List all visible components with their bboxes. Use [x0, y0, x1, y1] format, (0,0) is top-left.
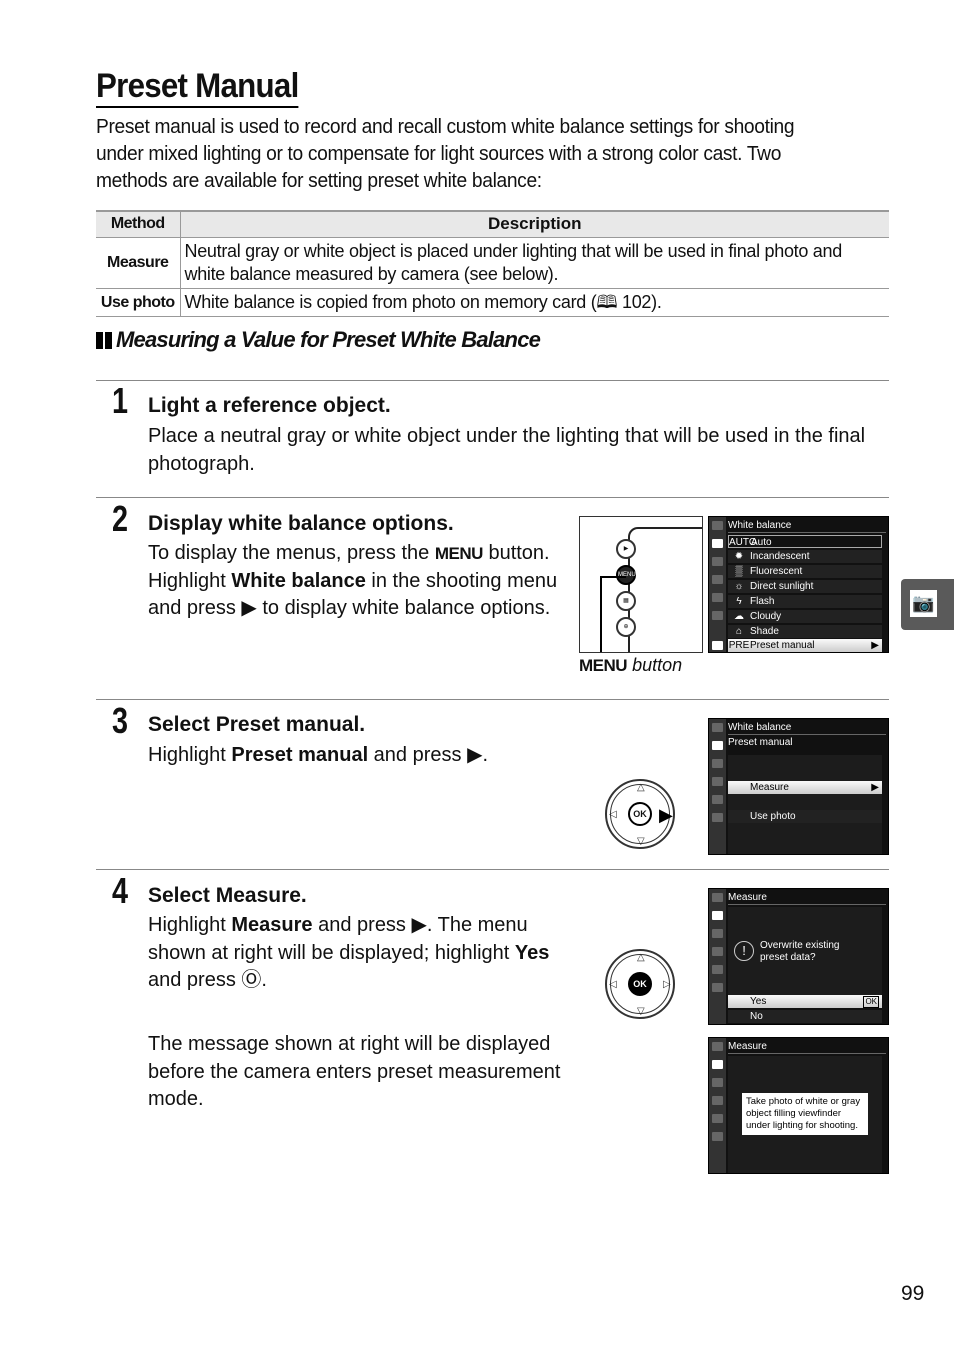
lcd-header: Measure — [728, 891, 886, 905]
lcd-header: White balance — [728, 519, 886, 533]
lcd-option: Use photo — [728, 810, 882, 823]
header-method: Method — [96, 210, 181, 238]
method-cell: Use photo — [96, 288, 181, 317]
shooting-menu-tab[interactable]: 📷 — [901, 579, 954, 630]
lcd-menu-item: ϟ Flash — [728, 595, 882, 608]
multi-selector-right-icon: △ ▽ ◁ ▶ OK — [605, 779, 675, 849]
lcd-overwrite-dialog: Measure ! Overwrite existing preset data… — [708, 888, 889, 1025]
thumbnail-button-icon: ▦ — [616, 591, 636, 611]
lcd-measure-message: Measure Take photo of white or gray obje… — [708, 1037, 889, 1174]
intro-line: methods are available for setting preset… — [96, 170, 542, 192]
lcd-white-balance-menu: White balance AUTOAuto ✹ Incandescent ▒ Fl… — [708, 516, 889, 653]
divider — [96, 380, 889, 381]
camera-caption: MENU button — [579, 655, 682, 676]
menu-tabs — [709, 517, 726, 652]
step-body: To display the menus, press the MENU but… — [148, 540, 568, 623]
step-number: 4 — [112, 870, 128, 911]
table-row: Use photo White balance is copied from p… — [96, 288, 889, 317]
lcd-menu-item: ☁ Cloudy — [728, 610, 882, 623]
step-number: 2 — [112, 498, 128, 539]
camera-back-illustration: ▶ MENU ▦ ⊕ — [579, 516, 703, 653]
section-heading: Measuring a Value for Preset White Balan… — [96, 327, 541, 353]
lcd-option-selected: Yes OK — [728, 995, 882, 1008]
step-title: Select Measure. — [148, 884, 307, 907]
step-body: Highlight Preset manual and press ▶. — [148, 744, 489, 766]
warning-icon: ! — [734, 941, 754, 961]
lcd-header: White balance — [728, 721, 886, 735]
description-cell: Neutral gray or white object is placed u… — [180, 237, 889, 289]
table-row: Measure Neutral gray or white object is … — [96, 237, 889, 289]
multi-selector-ok-icon: △ ▽ ◁ ▷ OK — [605, 949, 675, 1019]
camera-monitor — [628, 527, 702, 652]
lcd-menu-item: AUTOAuto — [728, 535, 882, 548]
lcd-option: No — [728, 1010, 882, 1023]
step-body: Place a neutral gray or white object und… — [148, 425, 866, 475]
zoom-button-icon: ⊕ — [616, 617, 636, 637]
bold-term: White balance — [231, 569, 366, 592]
lcd-menu-item: ⌂ Shade — [728, 625, 882, 638]
lcd-message-box: Take photo of white or gray object filli… — [742, 1093, 868, 1135]
header-description: Description — [180, 210, 889, 238]
divider — [96, 699, 889, 700]
lcd-preset-manual-menu: White balance Preset manual Measure ▶ Use… — [708, 718, 889, 855]
step-title: Select Preset manual. — [148, 713, 366, 736]
callout-line — [600, 576, 626, 578]
table-header-row: Method Description — [96, 210, 889, 238]
text: To display the menus, press the — [148, 542, 435, 564]
lcd-menu-item: ☼ Direct sunlight — [728, 580, 882, 593]
lcd-subheader: Preset manual — [728, 737, 793, 748]
step-body: The message shown at right will be displ… — [148, 1033, 561, 1110]
playback-button-icon: ▶ — [616, 539, 636, 559]
callout-line — [600, 577, 602, 652]
step-number: 3 — [112, 700, 128, 741]
lcd-message: Overwrite existing preset data? — [760, 940, 840, 963]
page-title: Preset Manual — [96, 66, 299, 108]
step-title: Light a reference object. — [148, 394, 391, 417]
intro-line: under mixed lighting or to compensate fo… — [96, 143, 782, 165]
method-cell: Measure — [96, 237, 181, 289]
section-heading-text: Measuring a Value for Preset White Balan… — [116, 327, 541, 352]
lcd-header: Measure — [728, 1040, 886, 1054]
step-title: Display white balance options. — [148, 512, 454, 535]
lcd-option-selected: Measure ▶ — [728, 781, 882, 794]
step-body: Highlight Measure and press ▶. The menu … — [148, 914, 550, 991]
step-number: 1 — [112, 380, 128, 421]
intro-paragraph: Preset manual is used to record and reca… — [96, 114, 896, 195]
lcd-menu-item: ✹ Incandescent — [728, 550, 882, 563]
caption-text: button — [627, 655, 683, 675]
divider — [96, 869, 889, 870]
menu-label: MENU — [579, 656, 628, 675]
description-cell: White balance is copied from photo on me… — [180, 288, 889, 317]
camera-custom-icon: 📷 — [910, 590, 937, 617]
methods-table: Method Description Measure Neutral gray … — [96, 210, 889, 317]
section-bullet-icon — [96, 331, 112, 349]
lcd-menu-item-selected: PREPreset manual ▶ — [728, 639, 882, 652]
divider — [96, 497, 889, 498]
lcd-menu-item: ▒ Fluorescent — [728, 565, 882, 578]
description-text[interactable]: White balance is copied from photo on me… — [185, 292, 662, 312]
intro-line: Preset manual is used to record and reca… — [96, 116, 795, 138]
menu-button-label: MENU — [434, 544, 484, 563]
page-number: 99 — [901, 1282, 925, 1305]
menu-button-icon: MENU — [616, 565, 636, 585]
